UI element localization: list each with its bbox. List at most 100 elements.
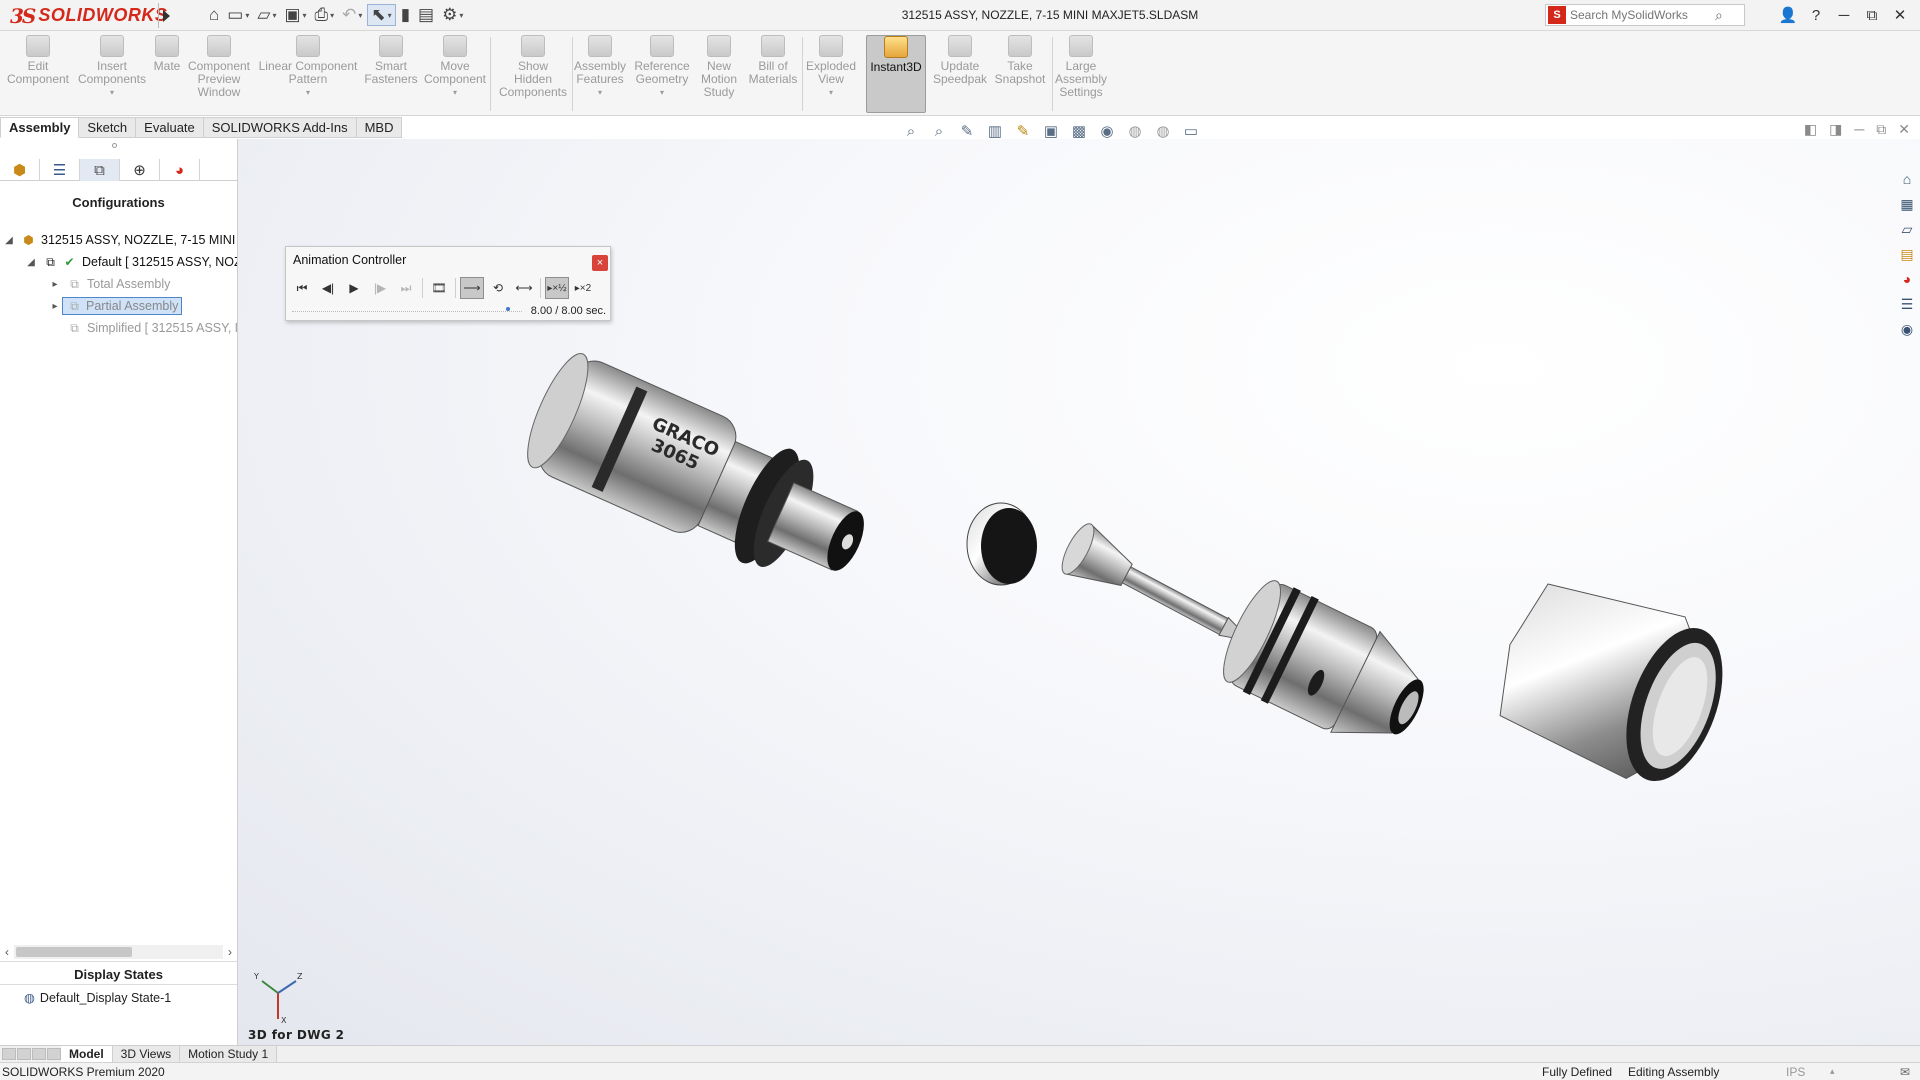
tab-assembly[interactable]: Assembly — [0, 117, 80, 138]
last-tab-icon[interactable] — [47, 1048, 61, 1060]
next-tab-icon[interactable] — [32, 1048, 46, 1060]
selected-item[interactable]: ⧉ Partial Assembly — [62, 297, 183, 315]
update-speedpak-button[interactable]: Update Speedpak — [932, 35, 988, 113]
dimxpert-manager-tab-icon[interactable]: ⊕ — [120, 159, 160, 181]
play-icon[interactable]: ▶ — [342, 277, 366, 299]
fast-playback-button[interactable]: ▸×2 — [571, 277, 595, 299]
dynamic-annotation-icon[interactable]: ✎ — [1012, 121, 1034, 141]
tree-item-simplified[interactable]: ⧉ Simplified [ 312515 ASSY, N — [0, 317, 237, 339]
previous-view-icon[interactable]: ✎ — [956, 121, 978, 141]
tree-item-default-config[interactable]: ◢ ⧉ ✔ Default [ 312515 ASSY, NOZ — [0, 251, 237, 273]
dropdown-caret-icon[interactable]: ▾ — [306, 86, 310, 99]
display-manager-tab-icon[interactable]: ◕ — [160, 159, 200, 181]
step-back-icon[interactable]: ◀| — [316, 277, 340, 299]
timeline-slider-thumb[interactable] — [506, 307, 510, 311]
solidworks-forum-icon[interactable]: ◉ — [1897, 319, 1917, 339]
tab-3d-views[interactable]: 3D Views — [112, 1046, 181, 1062]
apply-scene-icon[interactable]: ◍ — [1152, 121, 1174, 141]
collapse-icon[interactable]: ◢ — [2, 235, 16, 246]
save-animation-icon[interactable]: 🎞 — [427, 277, 451, 299]
show-hidden-components-button[interactable]: Show Hidden Components — [492, 35, 574, 113]
unit-system-caret-icon[interactable]: ▴ — [1830, 1066, 1835, 1077]
restore-icon[interactable]: ⧉ — [1860, 4, 1884, 26]
tab-motion-study-1[interactable]: Motion Study 1 — [180, 1046, 278, 1062]
display-style-icon[interactable]: ▩ — [1068, 121, 1090, 141]
property-manager-tab-icon[interactable]: ☰ — [40, 159, 80, 181]
tree-item-assembly-root[interactable]: ◢ ⬢ 312515 ASSY, NOZZLE, 7-15 MINI M — [0, 229, 237, 251]
panel-drag-handle[interactable] — [112, 143, 117, 148]
instant3d-button[interactable]: Instant3D — [866, 35, 926, 113]
fast-forward-to-end-icon[interactable]: ⏭ — [394, 277, 418, 299]
mate-button[interactable]: Mate — [152, 35, 182, 113]
take-snapshot-button[interactable]: Take Snapshot — [994, 35, 1046, 113]
edit-appearance-icon[interactable]: ◍ — [1124, 121, 1146, 141]
scroll-left-icon[interactable]: ‹ — [0, 945, 14, 959]
component-preview-window-button[interactable]: Component Preview Window — [186, 35, 252, 113]
zoom-to-area-icon[interactable]: ⌕ — [928, 121, 950, 141]
design-library-icon[interactable]: ▦ — [1897, 194, 1917, 214]
linear-component-pattern-button[interactable]: Linear Component Pattern ▾ — [256, 35, 360, 113]
horizontal-scrollbar[interactable]: ‹ › — [0, 944, 237, 960]
scroll-track[interactable] — [14, 945, 223, 959]
reference-geometry-button[interactable]: Reference Geometry ▾ — [634, 35, 690, 113]
viewport-left-icon[interactable]: ◧ — [1804, 121, 1817, 138]
dropdown-caret-icon[interactable]: ▾ — [453, 86, 457, 99]
view-palette-icon[interactable]: ▤ — [1897, 244, 1917, 264]
first-tab-icon[interactable] — [2, 1048, 16, 1060]
viewport-restore-icon[interactable]: ⧉ — [1876, 121, 1886, 138]
viewport-minimize-icon[interactable]: ─ — [1854, 121, 1864, 138]
step-forward-icon[interactable]: |▶ — [368, 277, 392, 299]
help-icon[interactable]: ? — [1804, 4, 1828, 26]
custom-properties-icon[interactable]: ☰ — [1897, 294, 1917, 314]
normal-playback-icon[interactable]: ⟶ — [460, 277, 484, 299]
tab-solidworks-add-ins[interactable]: SOLIDWORKS Add-Ins — [203, 117, 357, 138]
tab-sketch[interactable]: Sketch — [79, 117, 137, 138]
tip-body-part[interactable] — [1212, 572, 1443, 764]
large-assembly-settings-button[interactable]: Large Assembly Settings — [1048, 35, 1114, 113]
user-icon[interactable]: 👤 — [1776, 4, 1800, 26]
viewport-right-icon[interactable]: ◨ — [1829, 121, 1842, 138]
tab-evaluate[interactable]: Evaluate — [136, 117, 204, 138]
scroll-thumb[interactable] — [16, 947, 132, 957]
tree-item-total-assembly[interactable]: ▸ ⧉ Total Assembly — [0, 273, 237, 295]
assembly-features-button[interactable]: Assembly Features ▾ — [572, 35, 628, 113]
configuration-manager-tab-icon[interactable]: ⧉ — [80, 159, 120, 181]
view-settings-icon[interactable]: ▭ — [1180, 121, 1202, 141]
appearances-icon[interactable]: ◕ — [1897, 269, 1917, 289]
tree-item-partial-assembly[interactable]: ▸ ⧉ Partial Assembly — [0, 295, 237, 317]
hide-show-items-icon[interactable]: ◉ — [1096, 121, 1118, 141]
unit-system[interactable]: IPS — [1786, 1065, 1805, 1079]
search-box[interactable]: S ⌕ — [1545, 4, 1745, 26]
insert-components-button[interactable]: Insert Components ▾ — [76, 35, 148, 113]
new-motion-study-button[interactable]: New Motion Study — [696, 35, 742, 113]
section-view-icon[interactable]: ▥ — [984, 121, 1006, 141]
animation-timeline-slider[interactable] — [292, 310, 522, 312]
collapse-icon[interactable]: ◢ — [24, 257, 38, 268]
search-input[interactable] — [1570, 8, 1715, 22]
close-icon[interactable]: × — [592, 255, 608, 271]
close-icon[interactable]: ✕ — [1888, 4, 1912, 26]
reciprocate-playback-icon[interactable]: ⟷ — [512, 277, 536, 299]
loop-playback-icon[interactable]: ⟲ — [486, 277, 510, 299]
smart-fasteners-button[interactable]: Smart Fasteners — [364, 35, 418, 113]
dropdown-caret-icon[interactable]: ▾ — [598, 86, 602, 99]
edit-component-button[interactable]: Edit Component — [4, 35, 72, 113]
solidworks-resources-icon[interactable]: ⌂ — [1897, 169, 1917, 189]
bill-of-materials-button[interactable]: Bill of Materials — [748, 35, 798, 113]
previous-tab-icon[interactable] — [17, 1048, 31, 1060]
rewind-to-start-icon[interactable]: ⏮ — [290, 277, 314, 299]
animation-controller-dialog[interactable]: Animation Controller × ⏮ ◀| ▶ |▶ ⏭ 🎞 ⟶ ⟲… — [285, 246, 611, 321]
scroll-right-icon[interactable]: › — [223, 945, 237, 959]
feature-manager-tab-icon[interactable]: ⬢ — [0, 159, 40, 181]
nozzle-body-part[interactable]: GRACO 3065 — [515, 347, 884, 604]
minimize-icon[interactable]: ─ — [1832, 4, 1856, 26]
tab-model[interactable]: Model — [61, 1046, 113, 1062]
dropdown-caret-icon[interactable]: ▾ — [110, 86, 114, 99]
viewport-close-icon[interactable]: ✕ — [1898, 121, 1910, 138]
expand-icon[interactable]: ▸ — [48, 301, 62, 312]
move-component-button[interactable]: Move Component ▾ — [418, 35, 492, 113]
orifice-disc-part[interactable] — [966, 502, 1037, 586]
rebuild-messages-icon[interactable]: ✉ — [1900, 1065, 1910, 1079]
zoom-to-fit-icon[interactable]: ⌕ — [900, 121, 922, 141]
tab-mbd[interactable]: MBD — [356, 117, 403, 138]
